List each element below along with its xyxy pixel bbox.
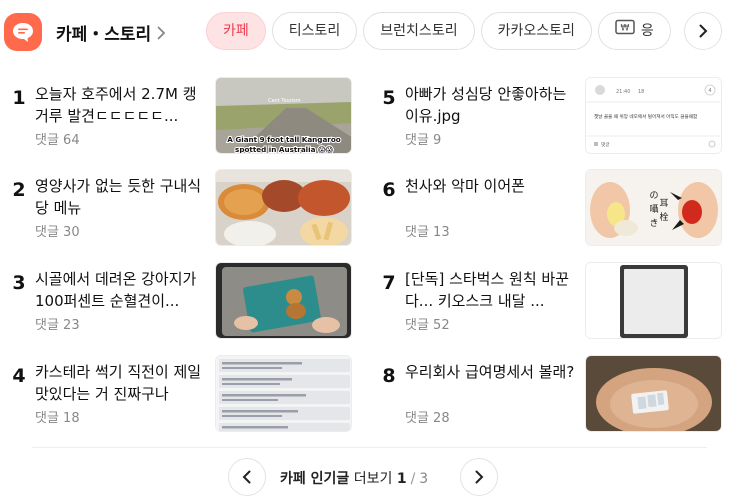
post-title[interactable]: [단독] 스타벅스 원칙 바꾼다... 키오스크 내달 ... [405,268,577,312]
post-comment-count: 댓글 28 [405,411,450,426]
popular-post-item[interactable]: 6 천사와 악마 이어폰 댓글 13 の 囁 き 耳 栓 [378,169,723,247]
pagination: 카페 인기글 더보기 1/3 [0,458,739,496]
thumb-comment-label: 댓글 [601,141,609,148]
post-rank: 5 [382,87,396,109]
tab-partial[interactable]: ₩ 응 [597,12,671,50]
tab-kakao-story[interactable]: 카카오스토리 [480,12,592,50]
post-title[interactable]: 우리회사 급여명세서 볼래? [405,361,577,383]
chevron-right-icon [157,26,166,40]
thumb-vertical-text: の [649,191,658,201]
next-page-button[interactable] [460,458,498,496]
footer-divider [32,447,707,448]
post-title[interactable]: 시골에서 데려온 강아지가 100퍼센트 순혈견이... [35,268,207,312]
thumb-caption-line-2: spotted in Australia 😱😱 [235,145,333,154]
pager-more: 더보기 [353,471,393,487]
post-thumbnail[interactable] [585,355,722,432]
post-rank: 7 [382,272,396,294]
post-rank: 8 [382,365,396,387]
popular-post-item[interactable]: 4 카스테라 썩기 직전이 제일 맛있다는 거 진짜구나 댓글 18 [8,355,353,433]
thumb-badge: 4 [708,88,711,94]
thumb-caption-top: Cant Tourism [268,98,301,104]
post-comment-count: 댓글 9 [405,133,442,148]
svg-text:₩: ₩ [620,24,629,34]
post-rank: 1 [12,87,26,109]
prev-page-button[interactable] [228,458,266,496]
header: 카페・스토리 카페 티스토리 브런치스토리 카카오스토리 ₩ 응 [0,0,739,64]
post-comment-count: 댓글 18 [35,411,80,426]
pager-total: 3 [419,471,429,487]
post-thumbnail[interactable] [215,169,352,246]
more-popular-link[interactable]: 카페 인기글 더보기 1/3 [280,468,428,488]
wallet-icon: ₩ [615,13,635,49]
tabs-next-button[interactable] [684,12,722,50]
service-tabs: 카페 티스토리 브런치스토리 카카오스토리 ₩ 응 [206,12,687,52]
popular-post-item[interactable]: 8 우리회사 급여명세서 볼래? 댓글 28 [378,355,723,433]
cafe-logo-icon[interactable] [4,13,42,51]
post-comment-count: 댓글 52 [405,318,450,333]
thumb-vertical-text: 栓 [659,211,668,223]
thumb-text: 챗날 꼴을 때 위앙 네모에서 털어져서 아직도 끊을때함 [594,113,698,120]
section-title: 카페・스토리 [56,25,152,45]
chevron-left-icon [242,470,251,484]
post-comment-count: 댓글 64 [35,133,80,148]
post-rank: 6 [382,179,396,201]
popular-post-item[interactable]: 2 영양사가 없는 듯한 구내식당 메뉴 댓글 30 [8,169,353,247]
post-comment-count: 댓글 30 [35,225,80,240]
post-title[interactable]: 카스테라 썩기 직전이 제일 맛있다는 거 진짜구나 [35,361,207,405]
popular-post-item[interactable]: 5 아빠가 성심당 안좋아하는 이유.jpg 댓글 9 21:40 18 4 챗… [378,77,723,155]
post-comment-count: 댓글 23 [35,318,80,333]
popular-post-item[interactable]: 1 오늘자 호주에서 2.7M 캥거루 발견ㄷㄷㄷㄷㄷ... 댓글 64 Can… [8,77,353,155]
thumb-time: 21:40 [616,89,630,95]
post-thumbnail[interactable] [585,262,722,339]
post-thumbnail[interactable] [215,262,352,339]
popular-post-item[interactable]: 3 시골에서 데려온 강아지가 100퍼센트 순혈견이... 댓글 23 [8,262,353,340]
tab-tistory[interactable]: 티스토리 [271,12,358,50]
chevron-right-icon [699,24,708,38]
thumb-vertical-text: 耳 [659,198,668,209]
thumb-vertical-text: き [649,218,658,229]
post-title[interactable]: 아빠가 성심당 안좋아하는 이유.jpg [405,83,577,127]
post-thumbnail[interactable] [215,355,352,432]
pager-label: 카페 인기글 [280,471,350,487]
pager-separator: / [410,471,416,487]
post-comment-count: 댓글 13 [405,225,450,240]
post-rank: 2 [12,179,26,201]
thumb-caption-line-1: A Giant 9 foot tall Kangaroo [227,135,341,144]
post-thumbnail[interactable]: Cant Tourism A Giant 9 foot tall Kangaro… [215,77,352,154]
popular-post-item[interactable]: 7 [단독] 스타벅스 원칙 바꾼다... 키오스크 내달 ... 댓글 52 [378,262,723,340]
post-title[interactable]: 오늘자 호주에서 2.7M 캥거루 발견ㄷㄷㄷㄷㄷ... [35,83,207,127]
chevron-right-icon [475,470,484,484]
section-title-link[interactable]: 카페・스토리 [56,20,166,45]
thumb-count: 18 [638,89,644,95]
thumb-vertical-text: 囁 [649,204,658,215]
post-title[interactable]: 천사와 악마 이어폰 [405,175,577,197]
tab-cafe[interactable]: 카페 [206,12,266,50]
post-thumbnail[interactable]: 21:40 18 4 챗날 꼴을 때 위앙 네모에서 털어져서 아직도 끊을때함… [585,77,722,154]
tab-brunch-story[interactable]: 브런치스토리 [363,12,475,50]
post-thumbnail[interactable]: の 囁 き 耳 栓 [585,169,722,246]
post-title[interactable]: 영양사가 없는 듯한 구내식당 메뉴 [35,175,207,219]
pager-current: 1 [396,471,407,487]
post-rank: 4 [12,365,26,387]
tab-partial-label: 응 [640,23,654,39]
post-rank: 3 [12,272,26,294]
